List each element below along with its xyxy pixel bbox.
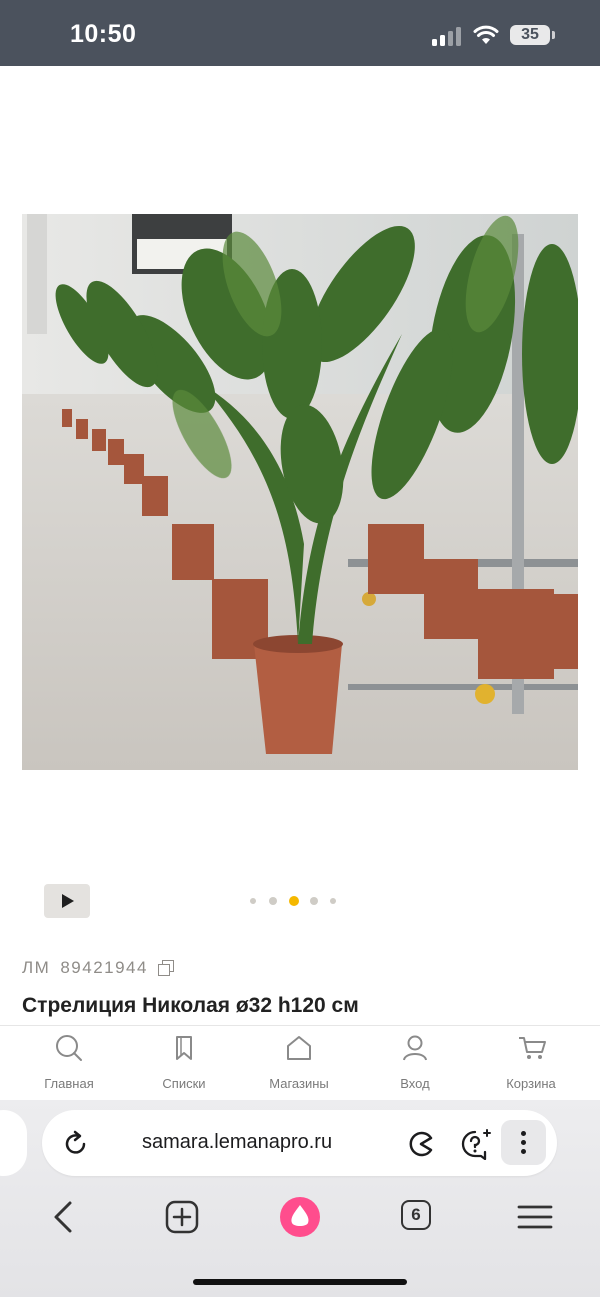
url-text[interactable]: samara.lemanapro.ru (142, 1131, 332, 1154)
tabs-count-button[interactable]: 6 (401, 1200, 431, 1230)
user-icon (403, 1035, 427, 1061)
wifi-icon (473, 25, 499, 44)
nav-item-login[interactable]: Вход (360, 1026, 470, 1101)
protect-icon[interactable] (407, 1130, 435, 1158)
nav-label: Вход (400, 1076, 430, 1091)
browser-toolbar: samara.lemanapro.ru (0, 1100, 600, 1297)
site-bottom-nav: Главная Списки Магазины Вход Корзина (0, 1025, 600, 1101)
gallery-dot[interactable] (330, 898, 336, 904)
nav-item-home[interactable]: Главная (14, 1026, 124, 1101)
reload-icon[interactable] (62, 1130, 90, 1158)
status-bar: 10:50 35 (0, 0, 600, 66)
battery-tip (552, 31, 555, 39)
product-photo[interactable] (22, 214, 578, 770)
cart-icon (519, 1037, 546, 1059)
nav-label: Корзина (506, 1076, 556, 1091)
nav-item-lists[interactable]: Списки (129, 1026, 239, 1101)
copy-icon[interactable] (157, 960, 174, 976)
play-video-button[interactable] (44, 884, 90, 918)
gallery-dot-active[interactable] (289, 896, 299, 906)
sku-label: ЛМ (22, 958, 51, 977)
more-menu-button[interactable] (501, 1120, 546, 1165)
alice-icon[interactable] (279, 1196, 321, 1238)
hamburger-menu-icon[interactable] (517, 1204, 553, 1230)
battery-icon: 35 (510, 25, 550, 45)
gallery-dot[interactable] (250, 898, 256, 904)
new-tab-icon[interactable] (165, 1200, 199, 1234)
gallery-dot[interactable] (269, 897, 277, 905)
previous-tab-preview[interactable] (0, 1110, 27, 1176)
nav-label: Списки (162, 1076, 206, 1091)
bookmark-icon (176, 1036, 192, 1060)
house-icon (287, 1036, 311, 1060)
search-icon (56, 1035, 82, 1061)
status-time: 10:50 (70, 20, 137, 48)
gallery-dot[interactable] (310, 897, 318, 905)
nav-item-stores[interactable]: Магазины (244, 1026, 354, 1101)
product-title: Стрелиция Николая ø32 h120 см (22, 994, 359, 1017)
play-icon (62, 894, 74, 908)
sku-number: 89421944 (60, 958, 148, 977)
signal-icon (432, 26, 464, 46)
address-bar[interactable]: samara.lemanapro.ru (42, 1110, 557, 1176)
nav-label: Главная (44, 1076, 94, 1091)
home-indicator[interactable] (193, 1279, 407, 1285)
assistant-question-icon[interactable] (459, 1128, 493, 1160)
back-icon[interactable] (50, 1200, 78, 1234)
nav-label: Магазины (269, 1076, 329, 1091)
nav-item-cart[interactable]: Корзина (476, 1026, 586, 1101)
product-sku: ЛМ 89421944 (22, 958, 174, 978)
